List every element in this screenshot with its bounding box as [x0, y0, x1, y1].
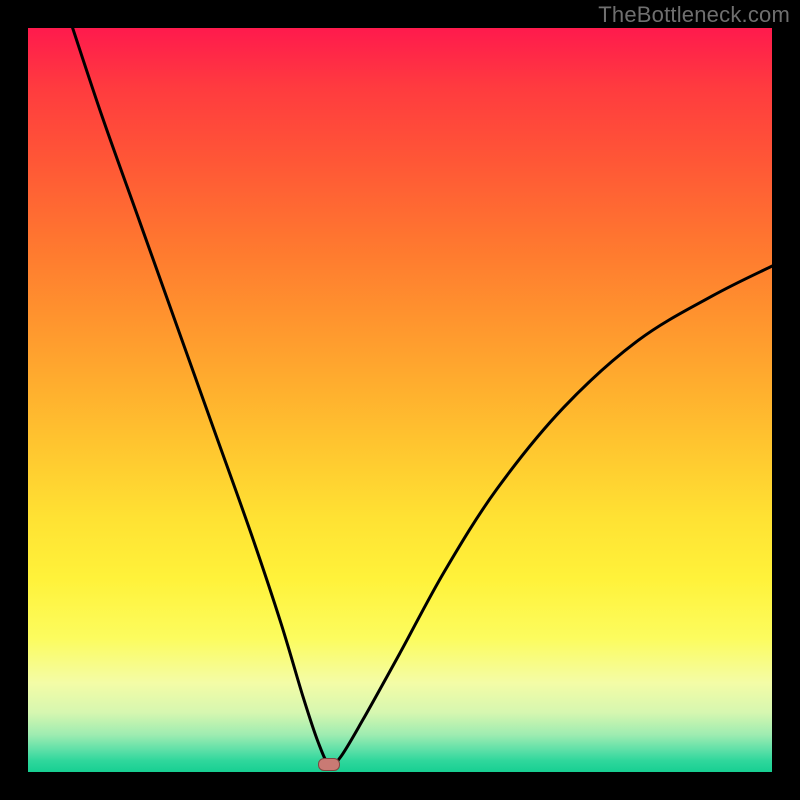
bottleneck-curve: [73, 28, 772, 765]
curve-svg: [28, 28, 772, 772]
chart-frame: TheBottleneck.com: [0, 0, 800, 800]
watermark-text: TheBottleneck.com: [598, 2, 790, 28]
optimal-marker: [318, 758, 340, 771]
plot-area: [28, 28, 772, 772]
